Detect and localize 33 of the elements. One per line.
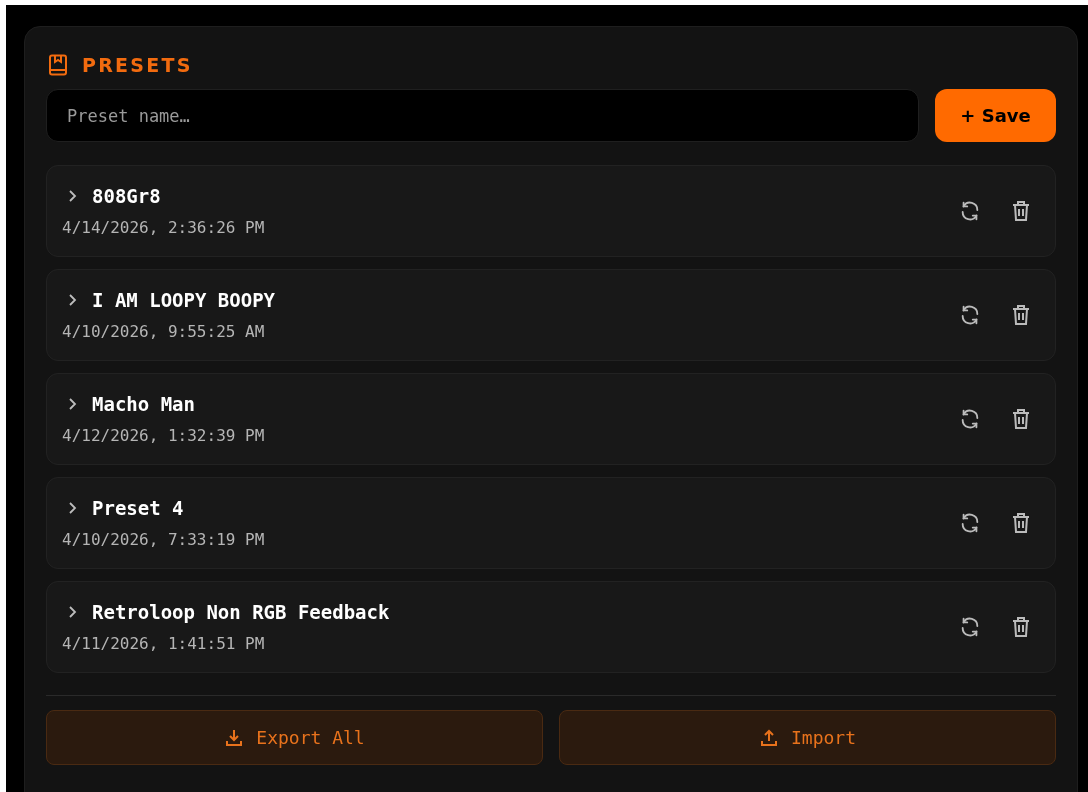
preset-row[interactable]: Macho Man 4/12/2026, 1:32:39 PM [46, 373, 1056, 465]
preset-row[interactable]: Preset 4 4/10/2026, 7:33:19 PM [46, 477, 1056, 569]
refresh-icon[interactable] [959, 616, 981, 638]
trash-icon[interactable] [1011, 408, 1031, 430]
trash-icon[interactable] [1011, 304, 1031, 326]
preset-timestamp: 4/10/2026, 7:33:19 PM [62, 529, 266, 552]
preset-name: Preset 4 [92, 495, 184, 521]
preset-name: 808Gr8 [92, 183, 161, 209]
download-icon [224, 727, 245, 748]
refresh-icon[interactable] [959, 512, 981, 534]
refresh-icon[interactable] [959, 200, 981, 222]
refresh-icon[interactable] [959, 408, 981, 430]
preset-row[interactable]: Retroloop Non RGB Feedback 4/11/2026, 1:41:51 PM [46, 581, 1056, 673]
panel-title: PRESETS [82, 52, 193, 78]
preset-name: I AM LOOPY BOOPY [92, 287, 276, 313]
trash-icon[interactable] [1011, 200, 1031, 222]
export-button[interactable]: Export All [46, 710, 543, 765]
preset-timestamp: 4/14/2026, 2:36:26 PM [62, 217, 266, 240]
trash-icon[interactable] [1011, 616, 1031, 638]
preset-timestamp: 4/12/2026, 1:32:39 PM [62, 425, 266, 448]
preset-name-field[interactable]: Preset name… [46, 89, 920, 142]
trash-icon[interactable] [1011, 512, 1031, 534]
book-icon [48, 54, 68, 76]
upload-icon [759, 727, 779, 748]
preset-timestamp: 4/11/2026, 1:41:51 PM [62, 633, 266, 656]
preset-name: Retroloop Non RGB Feedback [92, 599, 390, 625]
import-button[interactable]: Import [559, 710, 1056, 765]
preset-timestamp: 4/10/2026, 9:55:25 AM [62, 321, 266, 344]
preset-row[interactable]: 808Gr8 4/14/2026, 2:36:26 PM [46, 165, 1056, 257]
preset-row[interactable]: I AM LOOPY BOOPY 4/10/2026, 9:55:25 AM [46, 269, 1056, 361]
save-button[interactable]: + Save [935, 89, 1056, 142]
preset-name: Macho Man [92, 391, 195, 417]
refresh-icon[interactable] [959, 304, 981, 326]
